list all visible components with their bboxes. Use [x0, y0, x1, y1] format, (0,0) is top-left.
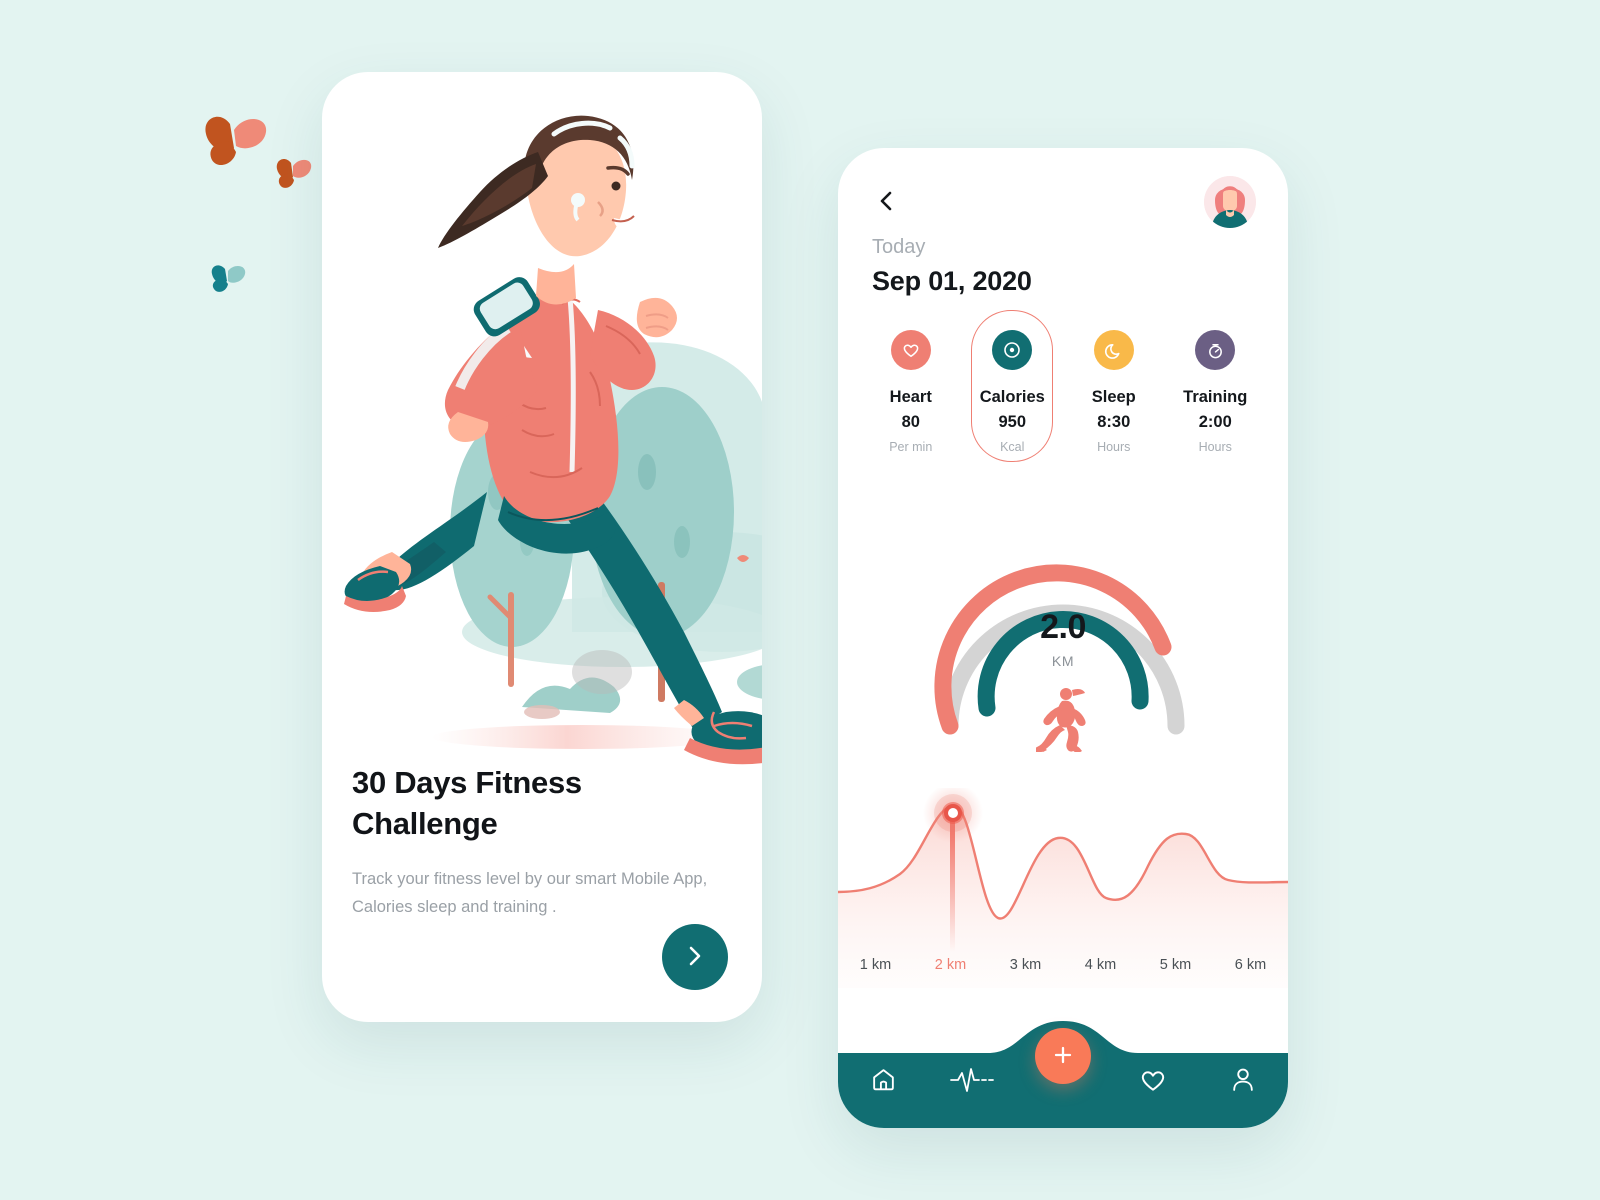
chevron-left-icon	[875, 189, 899, 218]
today-label: Today	[872, 236, 926, 258]
stat-value: 2:00	[1198, 413, 1232, 431]
moon-icon	[1093, 330, 1134, 370]
stat-heart[interactable]: Heart 80 Per min	[860, 330, 962, 454]
bottom-nav	[838, 1013, 1288, 1128]
onboarding-card: 30 Days Fitness Challenge Track your fit…	[322, 72, 762, 1022]
stat-unit: Per min	[889, 440, 933, 454]
avatar[interactable]	[1204, 176, 1256, 228]
axis-tick[interactable]: 4 km	[1063, 957, 1138, 973]
add-button[interactable]	[1035, 1028, 1091, 1084]
heart-outline-icon	[1139, 1066, 1167, 1099]
home-icon	[870, 1066, 897, 1098]
axis-tick-active[interactable]: 2 km	[913, 957, 988, 973]
stat-label: Sleep	[1091, 388, 1136, 406]
heart-icon	[890, 330, 931, 370]
stat-unit: Kcal	[1000, 440, 1025, 454]
person-icon	[1230, 1066, 1256, 1098]
axis-tick[interactable]: 6 km	[1213, 957, 1288, 973]
stat-unit: Hours	[1097, 440, 1131, 454]
axis-tick[interactable]: 1 km	[838, 957, 913, 973]
butterfly-large-orange-icon	[200, 112, 272, 179]
stat-unit: Hours	[1198, 440, 1232, 454]
distance-gauge[interactable]: 2.0 KM	[918, 508, 1208, 788]
activity-pulse-icon	[950, 1066, 996, 1099]
date-value: Sep 01, 2020	[872, 266, 1032, 296]
stat-value: 950	[998, 413, 1027, 431]
running-woman-illustration	[322, 72, 762, 772]
page-subtitle: Track your fitness level by our smart Mo…	[352, 870, 708, 916]
next-button[interactable]	[662, 924, 728, 990]
nav-favorites[interactable]	[1108, 1066, 1198, 1099]
axis-tick[interactable]: 5 km	[1138, 957, 1213, 973]
stopwatch-icon	[1195, 330, 1236, 370]
onboarding-copy: 30 Days Fitness Challenge Track your fit…	[352, 762, 732, 921]
stat-calories[interactable]: Calories 950 Kcal	[962, 310, 1064, 462]
butterfly-small-orange-icon	[273, 155, 315, 198]
nav-activity[interactable]	[928, 1066, 1018, 1099]
stat-training[interactable]: Training 2:00 Hours	[1165, 330, 1267, 454]
chart-axis: 1 km 2 km 3 km 4 km 5 km 6 km	[838, 948, 1288, 982]
dashboard-card: Today Sep 01, 2020 Heart 80 Per min Calo…	[838, 148, 1288, 1128]
stat-value: 80	[901, 413, 920, 431]
nav-home[interactable]	[838, 1066, 928, 1098]
stat-label: Training	[1183, 388, 1248, 406]
stat-value: 8:30	[1097, 413, 1131, 431]
screen: 30 Days Fitness Challenge Track your fit…	[0, 0, 1600, 1200]
back-button[interactable]	[870, 186, 904, 220]
nav-profile[interactable]	[1198, 1066, 1288, 1098]
gauge-value: 2.0	[1040, 608, 1086, 646]
running-woman-icon	[1034, 686, 1090, 757]
butterfly-teal-icon	[207, 262, 249, 301]
page-title: 30 Days Fitness Challenge	[352, 765, 582, 842]
gauge-unit: KM	[1051, 653, 1075, 669]
plus-icon	[1052, 1044, 1074, 1069]
chevron-right-icon	[684, 945, 706, 970]
axis-tick[interactable]: 3 km	[988, 957, 1063, 973]
stat-label: Heart	[889, 388, 932, 406]
stats-row: Heart 80 Per min Calories 950 Kcal Sleep…	[860, 310, 1267, 462]
stat-sleep[interactable]: Sleep 8:30 Hours	[1063, 330, 1165, 454]
stat-label: Calories	[979, 388, 1045, 406]
target-icon	[992, 330, 1033, 370]
dashboard-header	[838, 148, 1288, 248]
